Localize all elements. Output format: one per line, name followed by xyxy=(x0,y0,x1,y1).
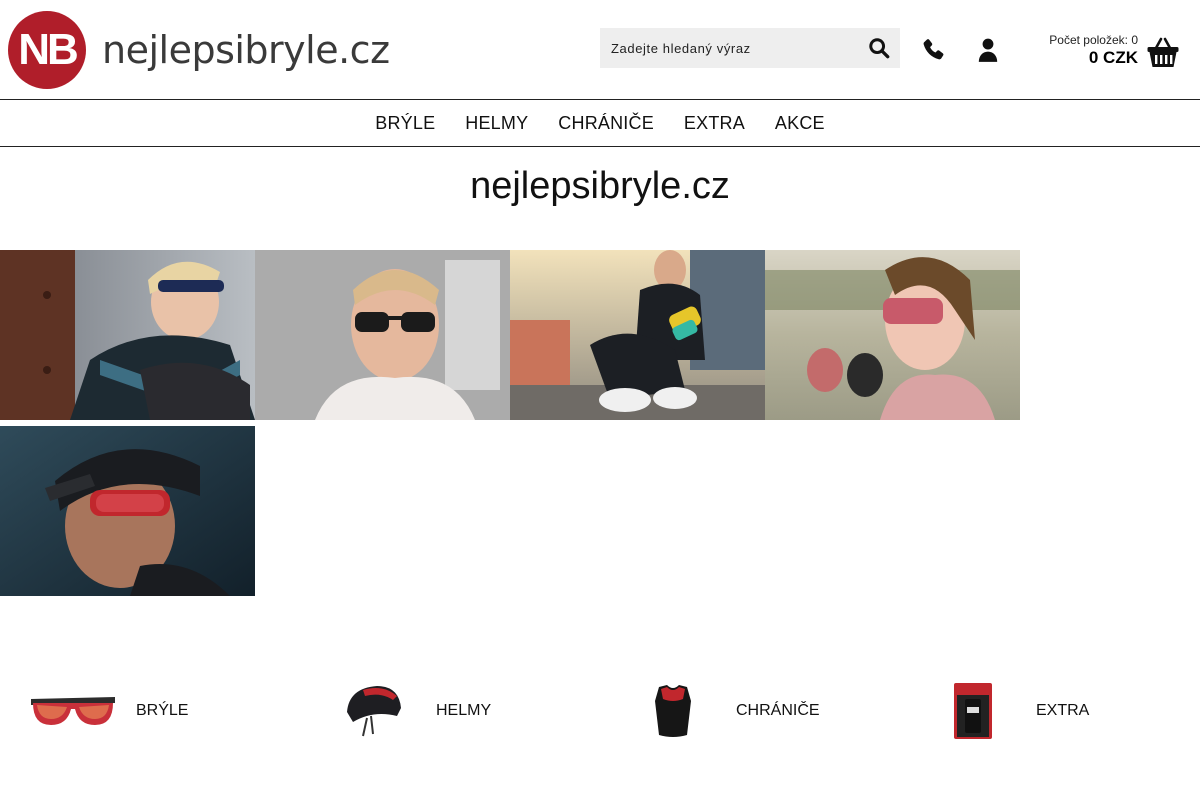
nav-item-bryle[interactable]: BRÝLE xyxy=(375,113,435,134)
category-thumb-helmet xyxy=(328,680,418,742)
category-thumb-extra xyxy=(928,680,1018,742)
main-nav: BRÝLE HELMY CHRÁNIČE EXTRA AKCE xyxy=(0,100,1200,147)
category-thumb-protector xyxy=(628,680,718,742)
cart-total: 0 CZK xyxy=(1088,48,1138,67)
site-logo[interactable]: NB nejlepsibryle.cz xyxy=(8,11,390,89)
search-box xyxy=(600,28,900,68)
search-input[interactable] xyxy=(600,28,850,68)
nav-item-extra[interactable]: EXTRA xyxy=(684,113,745,134)
promo-photo-man-sunglasses[interactable] xyxy=(255,250,510,420)
user-account-icon[interactable] xyxy=(975,37,1001,63)
logo-initials: NB xyxy=(18,25,79,74)
category-bryle[interactable]: BRÝLE xyxy=(28,680,188,742)
nav-item-akce[interactable]: AKCE xyxy=(775,113,825,134)
promo-photo-cyclist-helmet[interactable] xyxy=(0,426,255,596)
category-extra[interactable]: EXTRA xyxy=(928,680,1089,742)
cart-widget[interactable]: Počet položek: 0 0 CZK xyxy=(1049,33,1180,70)
cart-info: Počet položek: 0 0 CZK xyxy=(1049,33,1138,69)
category-label-helmy: HELMY xyxy=(436,702,492,719)
category-label-extra: EXTRA xyxy=(1036,702,1090,719)
nav-item-helmy[interactable]: HELMY xyxy=(465,113,528,134)
site-header: NB nejlepsibryle.cz Počet položek: 0 0 C… xyxy=(0,0,1200,100)
nav-item-chranice[interactable]: CHRÁNIČE xyxy=(558,113,654,134)
logo-text: nejlepsibryle.cz xyxy=(102,28,390,72)
promo-photo-woman-outdoor[interactable] xyxy=(765,250,1020,420)
basket-icon[interactable] xyxy=(1146,36,1180,70)
cart-count: Počet položek: 0 xyxy=(1049,33,1138,47)
logo-badge: NB xyxy=(8,11,86,89)
page-title: nejlepsibryle.cz xyxy=(470,165,730,207)
promo-photo-runner-sitting[interactable] xyxy=(510,250,765,420)
category-chranice[interactable]: CHRÁNIČE xyxy=(628,680,820,742)
promo-photo-cyclist-woman[interactable] xyxy=(0,250,255,420)
category-thumb-glasses xyxy=(28,680,118,742)
category-helmy[interactable]: HELMY xyxy=(328,680,491,742)
phone-icon[interactable] xyxy=(920,37,946,63)
search-icon[interactable] xyxy=(868,37,890,59)
category-label-chranice: CHRÁNIČE xyxy=(736,702,820,719)
category-label-bryle: BRÝLE xyxy=(136,702,189,719)
